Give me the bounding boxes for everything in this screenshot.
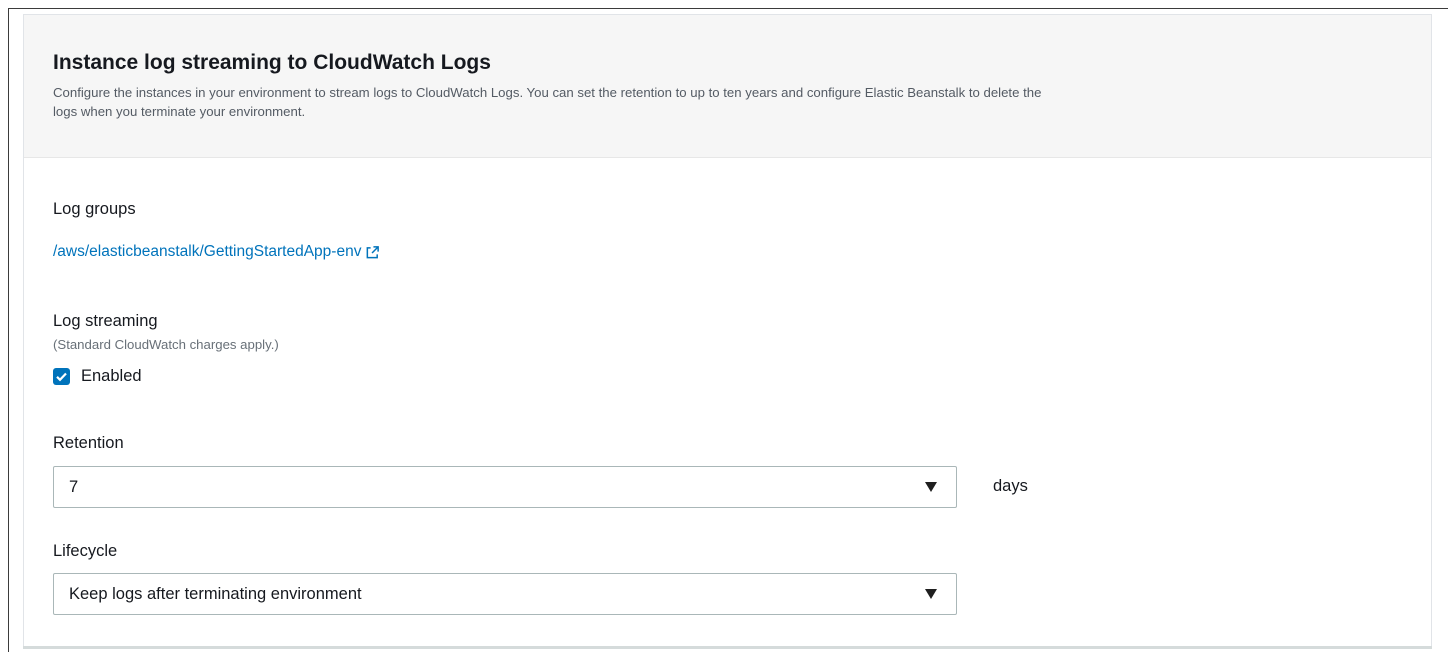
external-link-icon — [367, 245, 380, 258]
panel-header: Instance log streaming to CloudWatch Log… — [24, 15, 1431, 158]
log-streaming-panel: Instance log streaming to CloudWatch Log… — [23, 14, 1432, 648]
lifecycle-label: Lifecycle — [53, 542, 118, 560]
panel-title: Instance log streaming to CloudWatch Log… — [53, 51, 491, 74]
panel-description-line-1: Configure the instances in your environm… — [53, 85, 1042, 100]
caret-down-icon — [925, 589, 937, 599]
enabled-checkbox-row[interactable]: Enabled — [53, 367, 142, 386]
panel-bottom-border — [23, 646, 1432, 649]
lifecycle-select-value: Keep logs after terminating environment — [69, 584, 362, 603]
checkmark-icon — [56, 372, 67, 382]
log-group-link-text: /aws/elasticbeanstalk/GettingStartedApp-… — [53, 243, 362, 260]
panel-description: Configure the instances in your environm… — [53, 83, 1402, 121]
log-streaming-note: (Standard CloudWatch charges apply.) — [53, 337, 279, 352]
log-groups-label: Log groups — [53, 200, 136, 218]
retention-select-value: 7 — [69, 477, 79, 496]
log-group-link[interactable]: /aws/elasticbeanstalk/GettingStartedApp-… — [53, 243, 380, 261]
caret-down-icon — [925, 482, 937, 492]
retention-label: Retention — [53, 434, 124, 452]
retention-unit: days — [993, 477, 1028, 495]
log-streaming-label: Log streaming — [53, 312, 158, 330]
retention-select[interactable]: 7 — [53, 466, 957, 508]
enabled-checkbox-label: Enabled — [81, 367, 142, 385]
enabled-checkbox[interactable] — [53, 368, 70, 385]
panel-description-line-2: logs when you terminate your environment… — [53, 104, 306, 119]
lifecycle-select[interactable]: Keep logs after terminating environment — [53, 573, 957, 615]
